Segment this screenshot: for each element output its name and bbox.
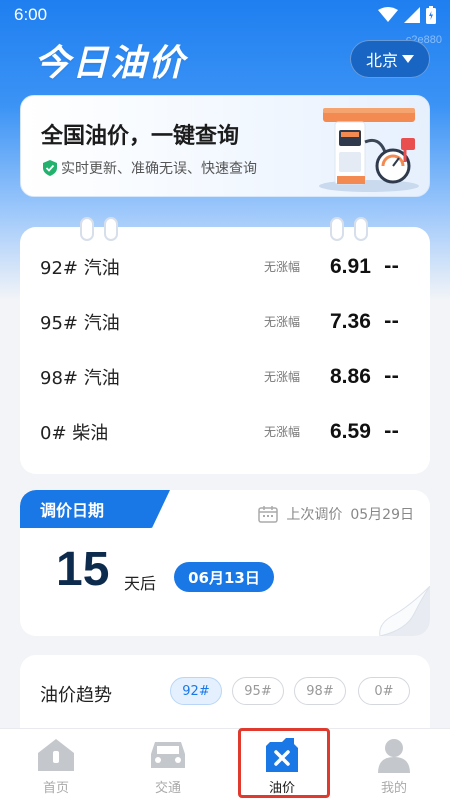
home-icon <box>38 739 74 771</box>
fuel-price-card: 92# 汽油 无涨幅 6.91 -- 95# 汽油 无涨幅 7.36 -- 98… <box>20 217 430 474</box>
tab-fuel-price[interactable]: 油价 <box>226 729 338 800</box>
page-curl-decoration <box>379 586 430 636</box>
tab-traffic[interactable]: 交通 <box>112 729 224 800</box>
tab-label: 我的 <box>380 781 407 796</box>
fuel-price: 7.36 <box>330 309 371 333</box>
fuel-change-text: 无涨幅 <box>264 425 301 439</box>
fuel-change-text: 无涨幅 <box>264 260 301 274</box>
bottom-tab-bar: 首页 交通 油价 我的 <box>0 728 450 800</box>
fuel-price: 6.59 <box>330 419 371 443</box>
days-unit: 天后 <box>124 574 157 593</box>
caret-down-icon <box>402 55 414 63</box>
binder-ring <box>354 217 368 241</box>
next-adjust-date-badge: 06月13日 <box>174 562 274 592</box>
trend-chip-98[interactable]: 98# <box>294 677 346 705</box>
price-row-98[interactable]: 98# 汽油 无涨幅 8.86 -- <box>20 349 430 404</box>
binder-ring <box>330 217 344 241</box>
fuel-name: 92# 汽油 <box>40 257 120 279</box>
fuel-delta: -- <box>384 366 399 387</box>
profile-icon <box>378 739 410 773</box>
status-bar: 6:00 <box>0 0 450 30</box>
tab-home[interactable]: 首页 <box>0 729 112 800</box>
binder-ring <box>80 217 94 241</box>
fuel-can-icon <box>266 738 298 772</box>
days-remaining: 15 <box>56 543 110 596</box>
price-row-95[interactable]: 95# 汽油 无涨幅 7.36 -- <box>20 294 430 349</box>
fuel-name: 95# 汽油 <box>40 312 120 334</box>
calendar-icon <box>258 506 279 523</box>
battery-icon <box>426 6 436 24</box>
last-adjust-date: 05月29日 <box>350 507 414 523</box>
price-row-diesel[interactable]: 0# 柴油 无涨幅 6.59 -- <box>20 404 430 459</box>
price-adjust-card: 调价日期 上次调价 05月29日 15 天后 06月13日 <box>20 490 430 636</box>
city-selector-button[interactable]: 北京 <box>350 40 430 78</box>
trend-title: 油价趋势 <box>40 685 112 706</box>
status-time: 6:00 <box>14 5 48 24</box>
adjust-tab-label: 调价日期 <box>20 490 170 528</box>
fuel-delta: -- <box>384 421 399 442</box>
wifi-icon <box>378 7 398 22</box>
last-adjust-label: 上次调价 <box>286 507 343 523</box>
trend-chip-0[interactable]: 0# <box>358 677 410 705</box>
binder-ring <box>104 217 118 241</box>
price-row-92[interactable]: 92# 汽油 无涨幅 6.91 -- <box>20 239 430 294</box>
banner-subtitle-text: 实时更新、准确无误、快速查询 <box>61 161 257 177</box>
tab-label: 首页 <box>42 781 69 796</box>
header: 今日油价 c2e880 北京 <box>0 30 450 90</box>
fuel-price: 8.86 <box>330 364 371 388</box>
fuel-price: 6.91 <box>330 254 371 278</box>
tab-label: 油价 <box>268 781 295 796</box>
app-title: 今日油价 <box>34 43 187 84</box>
banner-subtitle: 实时更新、准确无误、快速查询 <box>43 158 257 178</box>
trend-chip-95[interactable]: 95# <box>232 677 284 705</box>
signal-icon <box>404 7 420 23</box>
tab-profile[interactable]: 我的 <box>338 729 450 800</box>
last-adjust-info: 上次调价 05月29日 <box>258 504 414 524</box>
fuel-pump-illustration <box>319 108 419 192</box>
fuel-delta: -- <box>384 311 399 332</box>
fuel-delta: -- <box>384 256 399 277</box>
status-icons <box>378 6 436 24</box>
fuel-name: 98# 汽油 <box>40 367 120 389</box>
tab-label: 交通 <box>154 781 181 796</box>
shield-check-icon <box>43 160 57 176</box>
city-label: 北京 <box>365 51 398 70</box>
fuel-name: 0# 柴油 <box>40 422 109 444</box>
car-icon <box>151 742 185 768</box>
fuel-change-text: 无涨幅 <box>264 315 301 329</box>
trend-chip-92[interactable]: 92# <box>170 677 222 705</box>
banner-title: 全国油价，一键查询 <box>41 124 240 149</box>
fuel-change-text: 无涨幅 <box>264 370 301 384</box>
promo-banner: 全国油价，一键查询 实时更新、准确无误、快速查询 <box>20 95 430 197</box>
